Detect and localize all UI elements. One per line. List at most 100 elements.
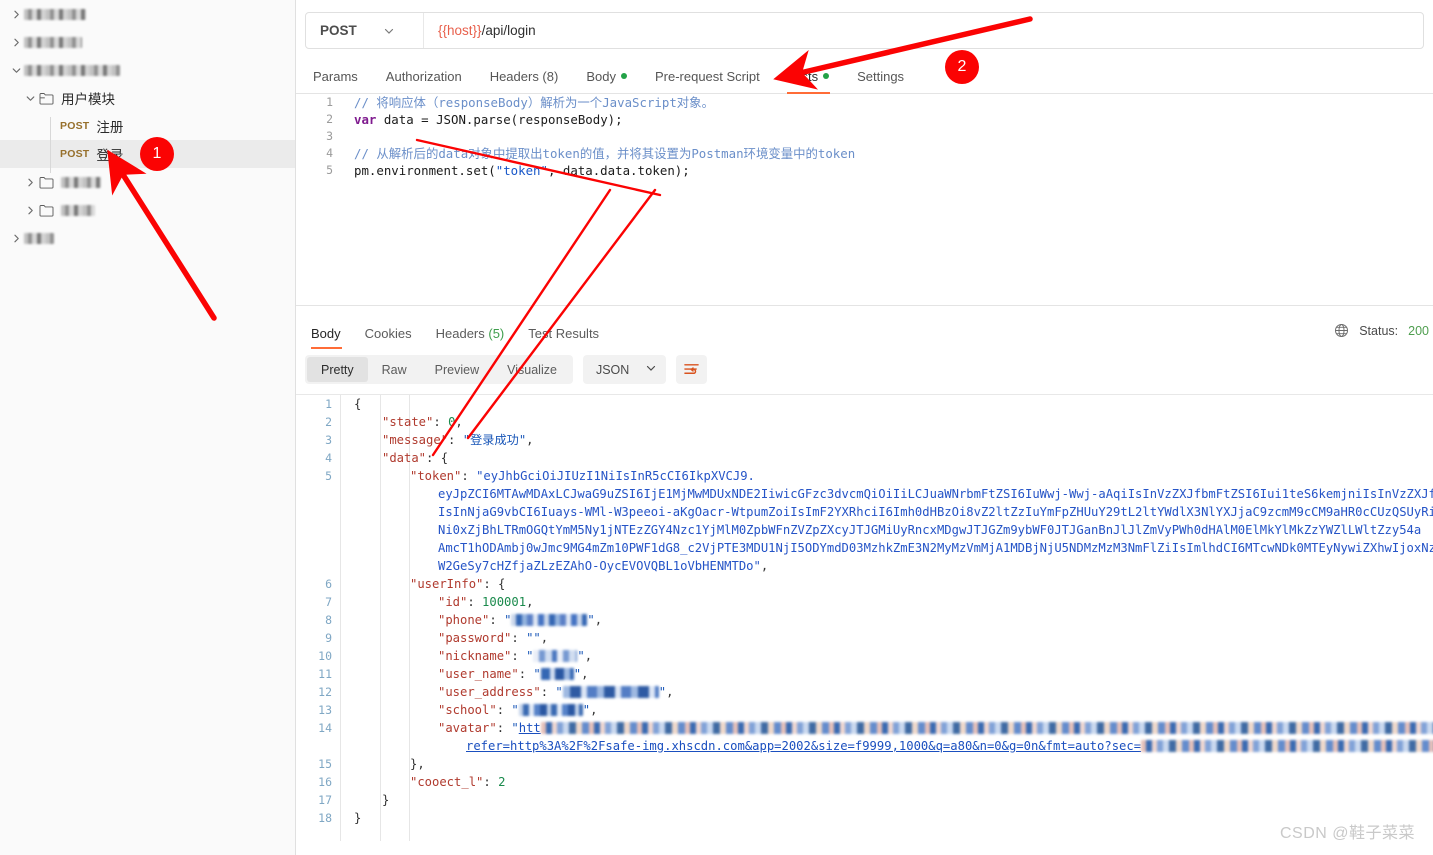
json-line-text: } (354, 811, 362, 825)
word-wrap-icon[interactable] (676, 355, 708, 384)
redacted-value (518, 704, 583, 716)
redacted-label (61, 176, 101, 188)
json-line-text: "user_address": " ", (438, 685, 674, 699)
request-tab-label: Params (313, 68, 358, 84)
line-number: 13 (318, 703, 332, 717)
collections-sidebar[interactable]: 用户模块 POST 注册 POST 登录 (0, 0, 296, 855)
response-tab-body[interactable]: Body (305, 316, 353, 350)
sidebar-item-request-register[interactable]: POST 注册 (0, 112, 295, 140)
line-number (296, 539, 340, 557)
response-tab-headers[interactable]: Headers (5) (424, 316, 517, 350)
request-tab-label: Settings (857, 68, 905, 84)
url-bar[interactable]: POST {{host}}/api/login (305, 12, 1424, 49)
format-preview[interactable]: Preview (421, 357, 493, 382)
url-path: /api/login (481, 23, 536, 38)
json-line: 9 "password": "", (296, 629, 1433, 647)
line-number: 15 (318, 757, 332, 771)
script-line-text: var data = JSON.parse(responseBody); (354, 112, 623, 127)
script-line-text: // 从解析后的data对象中提取出token的值，并将其设置为Postman环… (354, 146, 856, 161)
request-tab-bar[interactable]: Params Authorization Headers (8) Body Pre-re… (296, 59, 1433, 94)
http-method-label: POST (320, 23, 357, 38)
json-line-text: "avatar": "htt (340, 719, 1433, 737)
chevron-right-icon[interactable] (8, 6, 24, 22)
json-line: 2 "state": 0, (296, 413, 1433, 431)
line-number: 12 (318, 685, 332, 699)
request-tab-settings[interactable]: Settings (843, 59, 918, 93)
sidebar-item-collection-2[interactable] (0, 28, 295, 56)
line-number: 1 (325, 397, 332, 411)
chevron-down-icon[interactable] (8, 62, 24, 78)
chevron-down-icon[interactable] (22, 90, 38, 106)
request-tab-label: Headers (8) (489, 68, 559, 84)
sidebar-item-folder-user-module[interactable]: 用户模块 (0, 84, 295, 112)
chevron-down-icon (383, 25, 395, 37)
json-line-text: refer=http%3A%2F%2Fsafe-img.xhscdn.com&a… (340, 737, 1433, 755)
request-tab-authorization[interactable]: Authorization (372, 59, 476, 93)
line-number: 9 (325, 631, 332, 645)
json-line: 18} (296, 809, 1433, 827)
redacted-value (533, 650, 578, 662)
chevron-right-icon[interactable] (22, 174, 38, 190)
script-line: 3 (296, 128, 1433, 145)
http-method-selector[interactable]: POST (306, 13, 424, 48)
json-line: 17} (296, 791, 1433, 809)
request-tab-params[interactable]: Params (305, 59, 372, 93)
format-raw[interactable]: Raw (368, 357, 421, 382)
chevron-right-icon[interactable] (8, 230, 24, 246)
chevron-right-icon[interactable] (22, 202, 38, 218)
json-line-text: W2GeSy7cHZfjaZLzEZAhO-OycEVOVQBL1oVbHENM… (438, 559, 769, 573)
request-tab-headers-8[interactable]: Headers (8) (476, 59, 573, 93)
json-line-text: "userInfo": { (410, 577, 506, 591)
json-line-text: "token": "eyJhbGciOiJIUzI1NiIsInR5cCI6Ik… (410, 469, 755, 483)
request-tab-label: Authorization (385, 68, 462, 84)
response-body-viewer[interactable]: 1{2 "state": 0, 3 "message": "登录成功", 4 "data"… (296, 394, 1433, 841)
json-line-text: "password": "", (438, 631, 549, 645)
response-tab-bar[interactable]: Body Cookies Headers (5) Test Results Statu… (296, 315, 1433, 351)
json-line-text: IsInNjaG9vbCI6Iuays-WMl-W3peeoi-aKgOacr-… (438, 505, 1433, 519)
globe-icon (1334, 323, 1349, 338)
format-pretty[interactable]: Pretty (307, 357, 368, 382)
sidebar-item-collection-4[interactable] (0, 224, 295, 252)
response-tab-test-results[interactable]: Test Results (516, 316, 611, 350)
json-line-text: }, (410, 757, 425, 771)
line-number: 8 (325, 613, 332, 627)
line-number (296, 557, 340, 575)
chevron-down-icon (645, 362, 657, 377)
script-line: 2 var data = JSON.parse(responseBody); (296, 111, 1433, 128)
line-number: 16 (318, 775, 332, 789)
json-line: Ni0xZjBhLTRmOGQtYmM5Ny1jNTEzZGY4Nzc1YjMl… (296, 521, 1433, 539)
request-tab-label: Pre-request Script (654, 68, 760, 84)
request-tab-body[interactable]: Body (572, 59, 641, 93)
tests-script-editor[interactable]: 1 // 将响应体（responseBody）解析为一个JavaScript对象。… (296, 94, 1433, 306)
json-line: 11 "user_name": " ", (296, 665, 1433, 683)
json-line-text: "state": 0, (382, 415, 463, 429)
response-language-select[interactable]: JSON (582, 355, 667, 384)
sidebar-item-collection-3[interactable] (0, 56, 295, 84)
script-line: 1 // 将响应体（responseBody）解析为一个JavaScript对象。 (296, 94, 1433, 111)
response-tab-cookies[interactable]: Cookies (353, 316, 424, 350)
redacted-value (1141, 740, 1433, 752)
line-number: 3 (326, 129, 333, 143)
sidebar-item-folder-3[interactable] (0, 196, 295, 224)
chevron-right-icon[interactable] (8, 34, 24, 50)
status-label: Status: (1359, 323, 1399, 338)
request-tab-tests[interactable]: Tests (774, 59, 843, 94)
request-tab-pre-request-script[interactable]: Pre-request Script (641, 59, 774, 93)
line-number: 2 (326, 112, 333, 126)
redacted-label (61, 204, 95, 216)
sidebar-item-collection-1[interactable] (0, 0, 295, 28)
response-format-segmented-control[interactable]: Pretty Raw Preview Visualize (305, 355, 573, 384)
line-number (296, 737, 340, 755)
line-number: 17 (318, 793, 332, 807)
format-visualize[interactable]: Visualize (493, 357, 571, 382)
redacted-label (24, 232, 54, 244)
redacted-label (24, 36, 82, 48)
line-number: 18 (318, 811, 332, 825)
request-url-input[interactable]: {{host}}/api/login (424, 13, 1423, 48)
sidebar-item-folder-2[interactable] (0, 168, 295, 196)
json-line-text: "data": { (382, 451, 449, 465)
line-number (296, 485, 340, 503)
json-line-text: "phone": " ", (438, 613, 603, 627)
